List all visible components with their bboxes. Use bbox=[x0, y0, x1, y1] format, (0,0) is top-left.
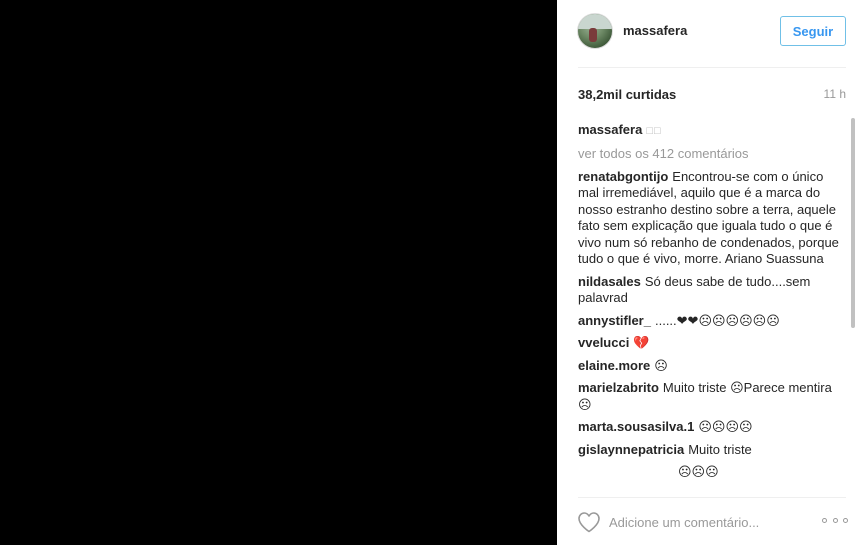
comment-username[interactable]: marielzabrito bbox=[578, 380, 659, 395]
comment-username[interactable]: marta.sousasilva.1 bbox=[578, 419, 694, 434]
comment-item: elaine.more ☹ bbox=[578, 358, 846, 375]
comment-username[interactable]: nildasales bbox=[578, 274, 641, 289]
comment-item: marielzabrito Muito triste ☹Parece mentir… bbox=[578, 380, 846, 413]
comment-text: Muito triste bbox=[688, 441, 752, 457]
post-footer bbox=[557, 497, 855, 545]
avatar-figure bbox=[589, 28, 597, 42]
comment-text: ☹☹☹ bbox=[678, 464, 719, 479]
view-all-comments-link[interactable]: ver todos os 412 comentários bbox=[578, 146, 846, 162]
comment-item: renatabgontijo Encontrou-se com o único m… bbox=[578, 169, 846, 268]
post-header: massafera Seguir bbox=[557, 0, 855, 67]
more-dot bbox=[822, 517, 827, 523]
avatar-sky bbox=[578, 14, 612, 30]
comment-item-partial: ☹☹☹ bbox=[578, 464, 846, 481]
post-media bbox=[0, 0, 557, 545]
comments-list[interactable]: massafera □□ ver todos os 412 comentários… bbox=[578, 122, 846, 490]
caption-username[interactable]: massafera bbox=[578, 122, 642, 137]
more-options-icon[interactable] bbox=[822, 513, 848, 527]
comment-input[interactable] bbox=[609, 513, 809, 531]
comment-text: ......❤❤☹☹☹☹☹☹ bbox=[654, 312, 780, 328]
caption-text: □□ bbox=[646, 125, 662, 137]
footer-divider bbox=[578, 497, 846, 498]
comment-text: ☹☹☹☹ bbox=[698, 419, 753, 434]
likes-row: 38,2mil curtidas 11 h bbox=[578, 87, 846, 103]
comment-item: annystifler_ ......❤❤☹☹☹☹☹☹ bbox=[578, 313, 846, 330]
heart-outline-icon[interactable] bbox=[577, 511, 601, 533]
comment-username[interactable]: vvelucci bbox=[578, 335, 629, 350]
likes-count[interactable]: 38,2mil curtidas bbox=[578, 87, 676, 102]
header-divider bbox=[578, 67, 846, 68]
more-dot bbox=[843, 517, 848, 523]
comment-username[interactable]: renatabgontijo bbox=[578, 169, 668, 184]
comment-text: ☹ bbox=[654, 357, 668, 373]
caption: massafera □□ bbox=[578, 122, 846, 140]
post-side-panel: massafera Seguir 38,2mil curtidas 11 h m… bbox=[557, 0, 855, 545]
comment-username[interactable]: gislaynnepatricia bbox=[578, 442, 684, 457]
post-time[interactable]: 11 h bbox=[824, 87, 846, 101]
comments-scrollbar[interactable] bbox=[851, 118, 855, 328]
author-username[interactable]: massafera bbox=[623, 23, 687, 38]
comment-item: gislaynnepatricia Muito triste bbox=[578, 442, 846, 459]
comment-username[interactable]: annystifler_ bbox=[578, 313, 651, 328]
more-dot bbox=[832, 517, 838, 523]
comment-text: 💔 bbox=[633, 335, 650, 350]
comment-item: nildasales Só deus sabe de tudo....sem pa… bbox=[578, 274, 846, 307]
comment-item: marta.sousasilva.1 ☹☹☹☹ bbox=[578, 419, 846, 436]
follow-button[interactable]: Seguir bbox=[780, 16, 846, 46]
comment-item: vvelucci 💔 bbox=[578, 335, 846, 352]
avatar[interactable] bbox=[577, 13, 613, 49]
comment-username[interactable]: elaine.more bbox=[578, 358, 650, 373]
